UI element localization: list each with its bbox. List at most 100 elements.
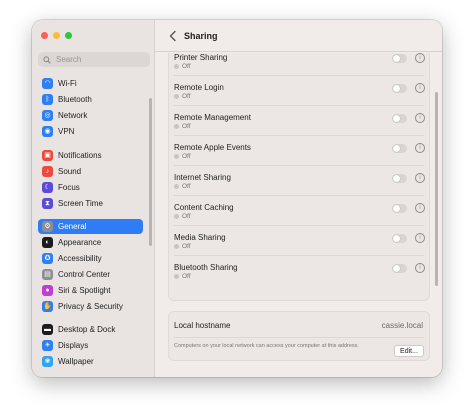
info-icon[interactable]: i xyxy=(415,233,425,243)
printer-sharing-toggle[interactable] xyxy=(392,54,407,63)
sidebar-item-label: Notifications xyxy=(58,151,102,160)
remote-login-toggle[interactable] xyxy=(392,84,407,93)
sidebar-item-screen-time[interactable]: ⧗ Screen Time xyxy=(38,196,143,211)
minimize-window-button[interactable] xyxy=(53,32,60,39)
remote-management-toggle[interactable] xyxy=(392,114,407,123)
close-window-button[interactable] xyxy=(41,32,48,39)
status-text: Off xyxy=(182,93,191,100)
chevron-left-icon[interactable] xyxy=(168,30,178,42)
sidebar-item-sound[interactable]: ♪ Sound xyxy=(38,164,143,179)
sidebar-item-siri-spotlight[interactable]: ● Siri & Spotlight xyxy=(38,283,143,298)
service-name: Printer Sharing xyxy=(174,53,228,62)
notifications-icon: ▣ xyxy=(42,150,53,161)
service-row-media-sharing: Media Sharing Off i xyxy=(169,233,429,263)
gear-icon: ⚙ xyxy=(42,221,53,232)
info-icon[interactable]: i xyxy=(415,143,425,153)
service-name: Content Caching xyxy=(174,203,234,212)
sidebar-item-label: Control Center xyxy=(58,270,111,279)
hostname-label: Local hostname xyxy=(174,321,231,330)
service-status: Off xyxy=(174,213,191,220)
bluetooth-sharing-toggle[interactable] xyxy=(392,264,407,273)
sidebar-item-label: Accessibility xyxy=(58,254,102,263)
wallpaper-icon: ❀ xyxy=(42,356,53,367)
sidebar-item-accessibility[interactable]: ✪ Accessibility xyxy=(38,251,143,266)
sidebar-item-general[interactable]: ⚙ General xyxy=(38,219,143,234)
service-name: Bluetooth Sharing xyxy=(174,263,238,272)
sidebar-item-control-center[interactable]: ▤ Control Center xyxy=(38,267,143,282)
sidebar-item-wallpaper[interactable]: ❀ Wallpaper xyxy=(38,354,143,369)
media-sharing-toggle[interactable] xyxy=(392,234,407,243)
divider xyxy=(174,105,424,106)
sharing-content: Printer Sharing Off i Remote Login Off i… xyxy=(155,53,442,377)
sidebar-scrollbar[interactable] xyxy=(149,98,152,246)
status-dot xyxy=(174,184,179,189)
sidebar-item-focus[interactable]: ☾ Focus xyxy=(38,180,143,195)
content-scrollbar[interactable] xyxy=(435,92,438,286)
sidebar-item-bluetooth[interactable]: ᛒ Bluetooth xyxy=(38,92,143,107)
internet-sharing-toggle[interactable] xyxy=(392,174,407,183)
status-text: Off xyxy=(182,273,191,280)
network-icon: ◎ xyxy=(42,110,53,121)
divider xyxy=(174,135,424,136)
sidebar-item-network[interactable]: ◎ Network xyxy=(38,108,143,123)
sharing-services-group: Printer Sharing Off i Remote Login Off i… xyxy=(168,53,430,301)
sidebar-item-label: Sound xyxy=(58,167,82,176)
status-text: Off xyxy=(182,183,191,190)
sidebar-item-label: Network xyxy=(58,111,88,120)
sidebar-item-appearance[interactable]: ◐ Appearance xyxy=(38,235,143,250)
remote-apple-events-toggle[interactable] xyxy=(392,144,407,153)
main-pane: Sharing Printer Sharing Off i Remote Log… xyxy=(155,20,442,377)
zoom-window-button[interactable] xyxy=(65,32,72,39)
siri-icon: ● xyxy=(42,285,53,296)
sidebar-item-vpn[interactable]: ◉ VPN xyxy=(38,124,143,139)
status-dot xyxy=(174,244,179,249)
toggle-knob xyxy=(393,235,400,242)
sound-icon: ♪ xyxy=(42,166,53,177)
desktop-dock-icon: ▬ xyxy=(42,324,53,335)
sidebar-item-label: Wi-Fi xyxy=(58,79,77,88)
sidebar-item-desktop-dock[interactable]: ▬ Desktop & Dock xyxy=(38,322,143,337)
sidebar-item-notifications[interactable]: ▣ Notifications xyxy=(38,148,143,163)
status-dot xyxy=(174,214,179,219)
service-status: Off xyxy=(174,153,191,160)
wifi-icon: ◠ xyxy=(42,78,53,89)
info-icon[interactable]: i xyxy=(415,173,425,183)
status-dot xyxy=(174,94,179,99)
search-field[interactable]: Search xyxy=(38,52,150,67)
info-icon[interactable]: i xyxy=(415,203,425,213)
service-name: Internet Sharing xyxy=(174,173,231,182)
service-row-printer-sharing: Printer Sharing Off i xyxy=(169,53,429,83)
service-status: Off xyxy=(174,273,191,280)
toggle-knob xyxy=(393,55,400,62)
service-name: Media Sharing xyxy=(174,233,226,242)
service-row-internet-sharing: Internet Sharing Off i xyxy=(169,173,429,203)
content-caching-toggle[interactable] xyxy=(392,204,407,213)
edit-hostname-button[interactable]: Edit... xyxy=(394,345,424,357)
status-text: Off xyxy=(182,243,191,250)
status-dot xyxy=(174,124,179,129)
service-row-remote-management: Remote Management Off i xyxy=(169,113,429,143)
search-icon xyxy=(43,55,51,64)
info-icon[interactable]: i xyxy=(415,113,425,123)
toggle-knob xyxy=(393,205,400,212)
service-row-content-caching: Content Caching Off i xyxy=(169,203,429,233)
sidebar-item-wifi[interactable]: ◠ Wi-Fi xyxy=(38,76,143,91)
displays-icon: ☀ xyxy=(42,340,53,351)
control-center-icon: ▤ xyxy=(42,269,53,280)
divider xyxy=(174,337,424,338)
info-icon[interactable]: i xyxy=(415,263,425,273)
sidebar-item-privacy-security[interactable]: ✋ Privacy & Security xyxy=(38,299,143,314)
divider xyxy=(174,255,424,256)
sidebar-item-label: VPN xyxy=(58,127,75,136)
info-icon[interactable]: i xyxy=(415,83,425,93)
sidebar-item-displays[interactable]: ☀ Displays xyxy=(38,338,143,353)
service-row-remote-apple-events: Remote Apple Events Off i xyxy=(169,143,429,173)
toggle-knob xyxy=(393,175,400,182)
divider xyxy=(174,165,424,166)
service-name: Remote Management xyxy=(174,113,251,122)
service-status: Off xyxy=(174,183,191,190)
accessibility-icon: ✪ xyxy=(42,253,53,264)
vpn-icon: ◉ xyxy=(42,126,53,137)
info-icon[interactable]: i xyxy=(415,53,425,63)
hostname-note: Computers on your local network can acce… xyxy=(174,343,359,349)
